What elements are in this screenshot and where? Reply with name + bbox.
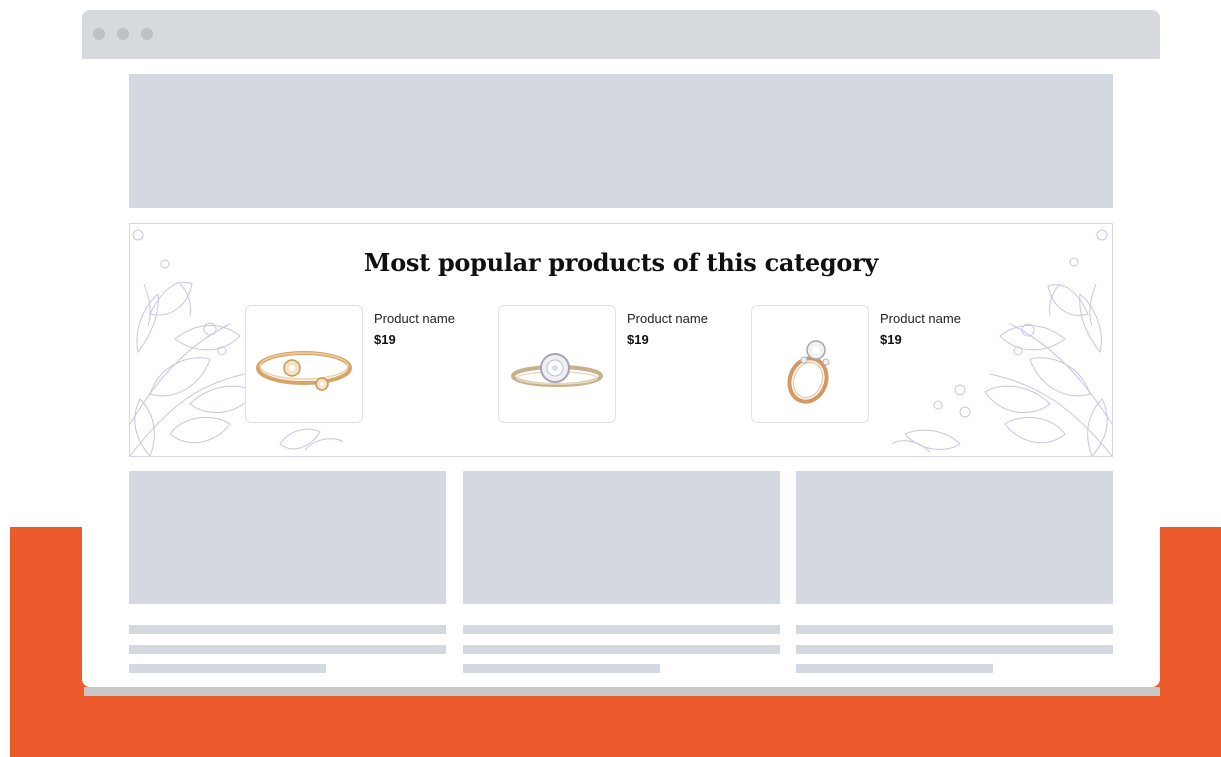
product-name-3[interactable]: Product name: [880, 311, 961, 326]
card-placeholder-line: [463, 664, 660, 673]
browser-titlebar: [82, 10, 1160, 59]
card-placeholder-line: [463, 625, 780, 634]
card-placeholder-line: [129, 645, 446, 654]
product-price-2: $19: [627, 332, 649, 347]
card-placeholder-line: [796, 645, 1113, 654]
twisted-gold-ring-icon: [256, 351, 352, 391]
product-card-1[interactable]: Product name $19: [245, 305, 485, 425]
card-placeholder-image: [129, 471, 446, 604]
window-minimize-dot[interactable]: [117, 28, 129, 40]
card-placeholder-image: [796, 471, 1113, 604]
card-placeholder-line: [796, 664, 993, 673]
product-name-1[interactable]: Product name: [374, 311, 455, 326]
product-card-3[interactable]: Product name $19: [751, 305, 991, 425]
product-image-1[interactable]: [245, 305, 363, 423]
card-placeholder-line: [129, 664, 326, 673]
browser-shadow: [84, 687, 1160, 696]
product-price-3: $19: [880, 332, 902, 347]
product-image-2[interactable]: [498, 305, 616, 423]
solitaire-gold-ring-icon: [787, 340, 830, 404]
browser-window: Most popular products of this category P…: [82, 10, 1160, 687]
product-card-2[interactable]: Product name $19: [498, 305, 738, 425]
product-image-3[interactable]: [751, 305, 869, 423]
card-placeholder-line: [796, 625, 1113, 634]
window-close-dot[interactable]: [93, 28, 105, 40]
popular-products-title: Most popular products of this category: [363, 248, 879, 277]
popular-products-section: Most popular products of this category P…: [129, 223, 1113, 457]
product-price-1: $19: [374, 332, 396, 347]
hero-placeholder: [129, 74, 1113, 208]
card-placeholder-line: [463, 645, 780, 654]
product-name-2[interactable]: Product name: [627, 311, 708, 326]
card-placeholder-image: [463, 471, 780, 604]
card-placeholder-line: [129, 625, 446, 634]
window-maximize-dot[interactable]: [141, 28, 153, 40]
halo-diamond-ring-icon: [511, 353, 603, 387]
